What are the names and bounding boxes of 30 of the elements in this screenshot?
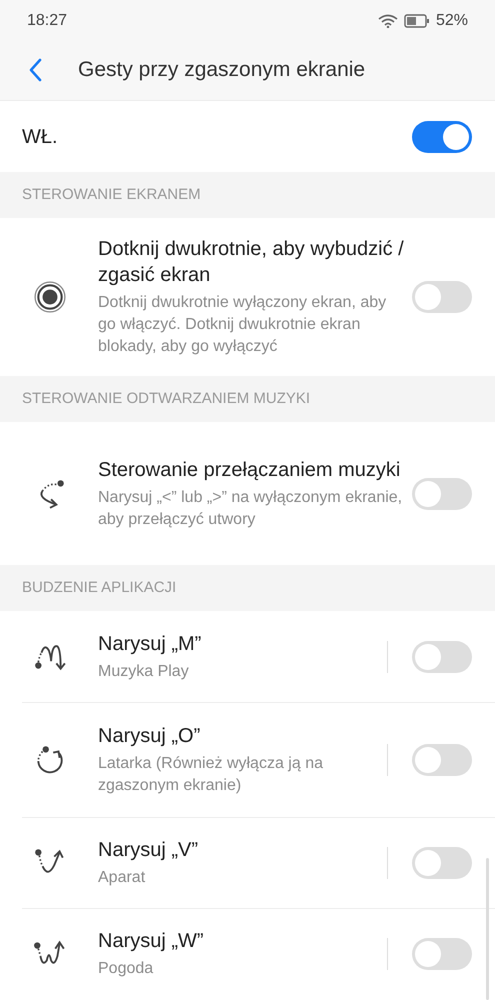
setting-title: Narysuj „W” (98, 928, 205, 954)
wifi-icon (378, 14, 398, 28)
setting-title: Sterowanie przełączaniem muzyki (98, 458, 402, 482)
setting-description: Latarka (Również wyłącza ją na zgaszonym ekranie) (98, 754, 324, 796)
toggle-switch[interactable] (412, 744, 472, 776)
screen-title: Gesty przy zgaszonym ekranie (78, 57, 366, 84)
back-icon (28, 58, 42, 82)
setting-description: Aparat (98, 868, 146, 888)
setting-title: Dotknij dwukrotnie, aby wybudzić / zgasić ekran (98, 237, 404, 288)
section-header: BUDZENIE APLIKACJI (22, 578, 176, 598)
setting-title: Narysuj „M” (98, 632, 202, 656)
setting-description: Narysuj „<” lub „>” na wyłączonym ekranie, aby przełączyć utwory (98, 488, 404, 530)
battery-icon (404, 14, 430, 28)
toggle-switch[interactable] (412, 120, 472, 152)
setting-description: Muzyka Play (98, 662, 190, 682)
tap-target-icon (33, 280, 67, 314)
status-time: 18:27 (27, 11, 68, 31)
setting-description: Dotknij dwukrotnie wyłączony ekran, aby go włączyć. Dotknij dwukrotnie ekran blokady, aby go wyłączyć (98, 293, 388, 357)
setting-description: Pogoda (98, 958, 154, 978)
toggle-switch[interactable] (412, 478, 472, 510)
setting-title: Narysuj „O” (98, 724, 202, 748)
toggle-switch[interactable] (412, 846, 472, 878)
toggle-switch[interactable] (412, 938, 472, 970)
toggle-switch[interactable] (412, 281, 472, 313)
section-header: STEROWANIE EKRANEM (22, 184, 201, 205)
section-header: STEROWANIE ODTWARZANIEM MUZYKI (22, 388, 310, 409)
setting-label: WŁ. (22, 124, 58, 150)
setting-title: Narysuj „V” (98, 838, 200, 862)
battery-percentage: 52% (436, 11, 468, 31)
toggle-switch[interactable] (412, 640, 472, 672)
